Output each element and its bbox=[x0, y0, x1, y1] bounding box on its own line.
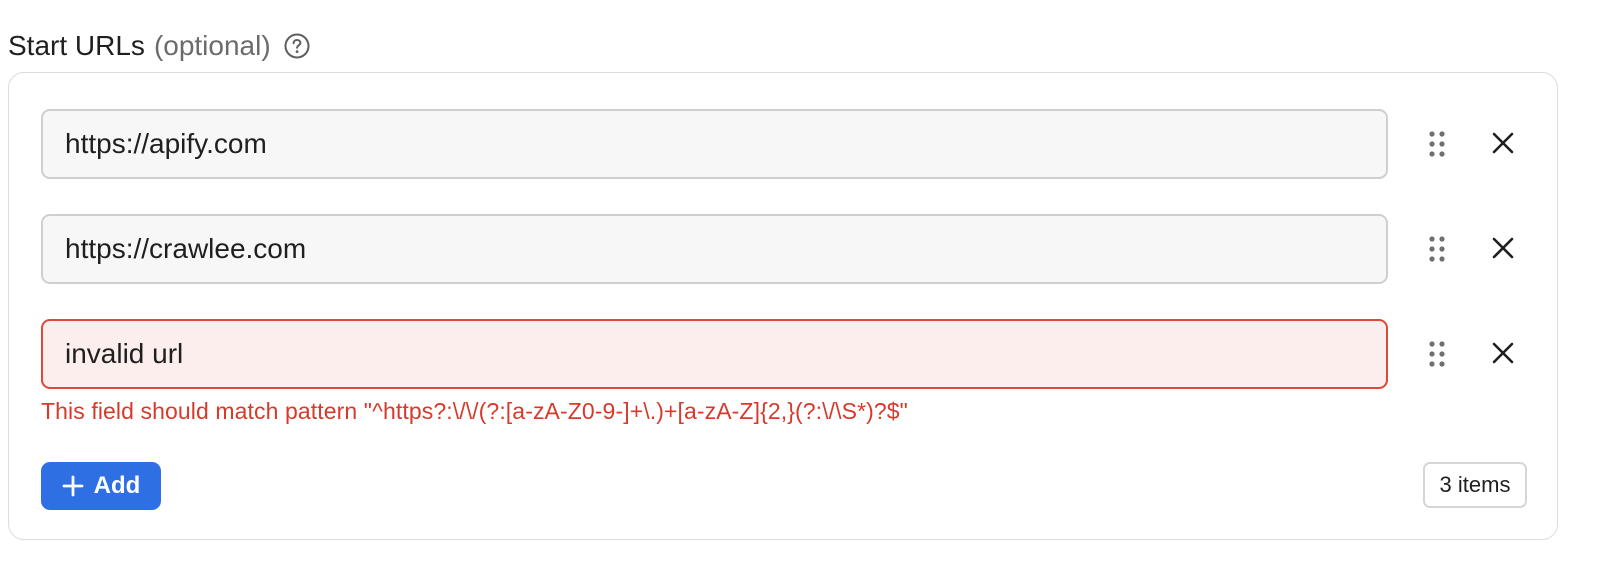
plus-icon bbox=[62, 475, 84, 497]
url-input-invalid[interactable] bbox=[41, 319, 1388, 389]
url-input[interactable] bbox=[41, 109, 1388, 179]
url-row bbox=[41, 109, 1531, 179]
help-icon[interactable] bbox=[283, 32, 311, 60]
field-header: Start URLs (optional) bbox=[8, 26, 311, 66]
url-row-invalid bbox=[41, 319, 1531, 389]
url-input[interactable] bbox=[41, 214, 1388, 284]
item-count-badge: 3 items bbox=[1423, 462, 1527, 508]
close-icon[interactable] bbox=[1485, 230, 1521, 266]
validation-error-message: This field should match pattern "^https?… bbox=[41, 398, 908, 424]
drag-handle-icon[interactable] bbox=[1423, 231, 1451, 267]
field-title: Start URLs bbox=[8, 30, 145, 61]
start-urls-card: This field should match pattern "^https?… bbox=[8, 72, 1558, 540]
drag-handle-icon[interactable] bbox=[1423, 336, 1451, 372]
drag-handle-icon[interactable] bbox=[1423, 126, 1451, 162]
close-icon[interactable] bbox=[1485, 125, 1521, 161]
close-icon[interactable] bbox=[1485, 335, 1521, 371]
field-optional-label: (optional) bbox=[153, 30, 271, 61]
add-button[interactable]: Add bbox=[41, 462, 161, 510]
add-button-label: Add bbox=[93, 472, 141, 499]
url-row bbox=[41, 214, 1531, 284]
